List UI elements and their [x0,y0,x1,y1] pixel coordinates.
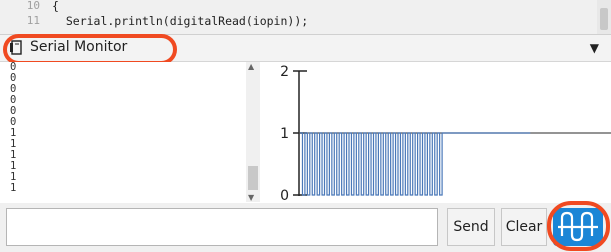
code-line[interactable]: Serial.println(digitalRead(iopin)); [52,14,308,28]
code-scrollbar[interactable] [597,0,611,34]
y-tick-label: 2 [280,64,289,80]
clear-button[interactable]: Clear [501,208,547,246]
serial-output-text: 000000111111 [10,62,16,194]
dropdown-arrow-icon[interactable]: ▼ [590,41,599,55]
input-bar: Send Clear [0,203,611,252]
output-scrollbar-thumb[interactable] [248,166,258,190]
serial-input[interactable] [6,208,438,246]
scroll-up-arrow-icon[interactable]: ▲ [248,62,254,71]
plot-chart: 2 1 0 [280,64,611,204]
line-number: 10 [26,0,40,12]
code-editor[interactable]: 10 { 11 Serial.println(digitalRead(iopin… [0,0,611,35]
send-button[interactable]: Send [447,208,495,246]
y-tick-label: 1 [280,126,289,142]
serial-output-line: 1 [10,182,17,194]
code-scrollbar-thumb[interactable] [600,8,608,30]
signal-series [300,132,531,196]
highlight-circle [547,201,610,251]
serial-output-pane[interactable]: 000000111111 ▲ ▼ [0,62,264,202]
serial-plotter: 2 1 0 [265,62,611,204]
scroll-down-arrow-icon[interactable]: ▼ [248,193,254,202]
highlight-circle [3,34,177,65]
line-number: 11 [26,14,40,27]
output-scrollbar[interactable]: ▲ ▼ [246,62,260,202]
y-tick-label: 0 [280,188,289,202]
code-line[interactable]: { [52,0,59,13]
